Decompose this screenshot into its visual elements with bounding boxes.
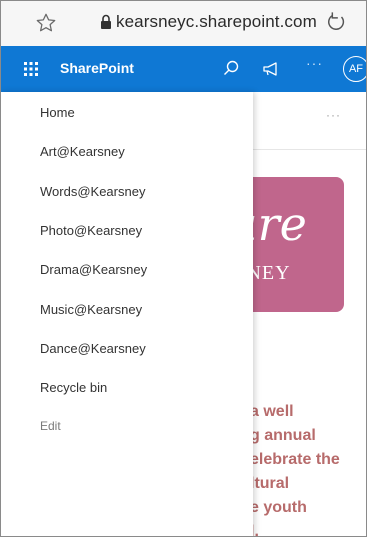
avatar-initials: AF — [348, 63, 364, 75]
reload-icon[interactable] — [325, 10, 347, 34]
search-icon[interactable] — [222, 59, 240, 77]
intro-paragraph: a well g annual elebrate the ltural e yo… — [250, 403, 340, 537]
avatar[interactable]: AF — [343, 56, 367, 82]
more-options-button[interactable]: ··· — [306, 55, 323, 71]
nav-item-photo[interactable]: Photo@Kearsney — [40, 223, 142, 238]
navigation-panel: Home Art@Kearsney Words@Kearsney Photo@K… — [0, 92, 253, 537]
nav-item-dance[interactable]: Dance@Kearsney — [40, 341, 146, 356]
browser-address-bar: kearsneyc.sharepoint.com — [0, 0, 367, 46]
nav-item-words[interactable]: Words@Kearsney — [40, 184, 145, 199]
waffle-icon[interactable] — [23, 61, 39, 77]
nav-item-art[interactable]: Art@Kearsney — [40, 144, 125, 159]
edit-nav-link[interactable]: Edit — [40, 419, 61, 433]
app-name[interactable]: SharePoint — [60, 60, 134, 76]
nav-item-music[interactable]: Music@Kearsney — [40, 302, 142, 317]
nav-item-recycle-bin[interactable]: Recycle bin — [40, 380, 107, 395]
megaphone-icon[interactable] — [262, 60, 280, 78]
star-outline-icon[interactable] — [35, 12, 57, 34]
lock-icon — [101, 14, 111, 29]
page-more-button[interactable]: ··· — [326, 108, 341, 122]
nav-item-drama[interactable]: Drama@Kearsney — [40, 262, 147, 277]
nav-item-home[interactable]: Home — [40, 105, 75, 120]
url-text[interactable]: kearsneyc.sharepoint.com — [116, 12, 317, 32]
suite-bar: SharePoint ··· AF — [0, 46, 367, 92]
